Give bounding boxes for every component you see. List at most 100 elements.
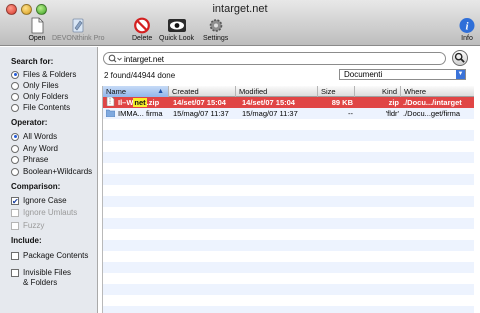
radio-only-folders[interactable]: Only Folders [11,92,68,101]
radio-boolean-wildcards[interactable]: Boolean+Wildcards [11,167,92,176]
sort-ascending-icon: ▲ [157,88,164,95]
checkbox-ignore-umlauts: Ignore Umlauts [11,208,77,217]
chevron-down-icon: ▼ [456,70,465,79]
radio-icon [11,167,19,176]
delete-button[interactable]: Delete [132,17,152,42]
empty-row [103,229,474,240]
folder-icon [106,109,115,117]
open-label: Open [28,35,46,42]
gear-icon [209,19,222,32]
empty-row [103,251,474,262]
devonthink-button[interactable]: DEVONthink Pro [52,17,105,42]
empty-row [103,295,474,306]
column-size[interactable]: Size [318,86,355,97]
magnifier-icon [454,52,465,63]
info-label: Info [461,35,473,42]
comparison-heading: Comparison: [11,182,61,191]
name-suffix: firma [145,109,163,118]
option-label: Ignore Case [23,196,67,205]
checkbox-ignore-case[interactable]: ✔ Ignore Case [11,196,67,205]
row-created: 14/set/07 15:04 [173,98,226,107]
checkbox-fuzzy: Fuzzy [11,221,44,230]
checkbox-package-contents[interactable]: Package Contents [11,251,88,260]
devonthink-icon [72,18,84,33]
scope-value: Documenti [344,70,383,79]
column-label: Where [404,87,427,96]
settings-button[interactable]: Settings [203,17,228,42]
delete-icon [134,17,151,34]
match-highlight: net [133,98,147,107]
radio-icon [11,92,19,101]
search-field[interactable] [103,52,446,65]
option-label: Phrase [23,155,49,164]
search-status: 2 found/44944 done [104,71,176,80]
row-modified: 15/mag/07 11:37 [242,109,298,118]
settings-label: Settings [203,35,229,42]
checkbox-icon [11,221,19,230]
table-row[interactable]: IMMA... firma 15/mag/07 11:37 15/mag/07 … [103,108,474,119]
window-title: intarget.net [212,3,268,15]
search-button[interactable] [452,50,468,66]
quicklook-label: Quick Look [159,35,195,42]
column-label: Created [172,87,199,96]
search-options-sidebar: Search for: Files & Folders Only Files O… [0,47,98,313]
column-name[interactable]: Name ▲ [103,86,169,97]
row-modified: 14/set/07 15:04 [242,98,295,107]
empty-row [103,174,474,185]
empty-row [103,130,474,141]
column-label: Name [106,87,127,96]
row-kind: zip [388,98,399,107]
radio-file-contents[interactable]: File Contents [11,103,70,112]
radio-files-folders[interactable]: Files & Folders [11,70,76,79]
column-modified[interactable]: Modified [236,86,318,97]
column-where[interactable]: Where [401,86,474,97]
results-table: Name ▲ Created Modified Size Kind Where I… [102,86,474,313]
option-label: File Contents [23,103,71,112]
column-kind[interactable]: Kind [355,86,401,97]
empty-row [103,284,474,295]
quicklook-button[interactable]: Quick Look [159,17,194,42]
option-label: Any Word [23,144,58,153]
row-where: ./Docu...get/firma [403,109,461,118]
empty-row [103,240,474,251]
option-label: Package Contents [23,251,89,260]
column-label: Kind [381,87,397,96]
empty-row [103,152,474,163]
radio-selected-icon [11,70,19,79]
empty-row [103,306,474,313]
column-label: Modified [239,87,268,96]
column-created[interactable]: Created [169,86,236,97]
option-label: Only Files [23,81,59,90]
operator-heading: Operator: [11,118,48,127]
checkbox-invisible-files[interactable]: Invisible Files [11,268,71,277]
include-heading: Include: [11,236,42,245]
scope-dropdown[interactable]: Documenti ▼ [339,69,466,80]
eye-icon [167,19,186,32]
name-suffix: .zip [146,98,160,107]
search-input[interactable] [124,54,424,64]
name-prefix: IMMA... [118,109,144,118]
radio-phrase[interactable]: Phrase [11,155,48,164]
empty-row [103,262,474,273]
radio-only-files[interactable]: Only Files [11,81,59,90]
document-icon [31,17,44,34]
column-label: Size [321,87,336,96]
info-button[interactable]: i Info [457,17,477,42]
name-prefix: Il–W [118,98,134,107]
radio-icon [11,81,19,90]
option-label: Files & Folders [23,70,77,79]
radio-all-words[interactable]: All Words [11,132,57,141]
row-size: 89 KB [331,98,353,107]
table-header: Name ▲ Created Modified Size Kind Where [103,86,474,97]
radio-any-word[interactable]: Any Word [11,144,58,153]
window-toolbar: intarget.net Open DEVONthink Pro Delete … [0,0,480,46]
empty-row [103,207,474,218]
table-row[interactable]: Il–Wnet.zip 14/set/07 15:04 14/set/07 15… [103,97,474,108]
open-button[interactable]: Open [27,17,47,42]
option-label: Boolean+Wildcards [23,167,93,176]
option-label: Only Folders [23,92,69,101]
row-created: 15/mag/07 11:37 [173,109,229,118]
empty-row [103,185,474,196]
checkbox-icon [11,251,19,260]
radio-selected-icon [11,132,19,141]
